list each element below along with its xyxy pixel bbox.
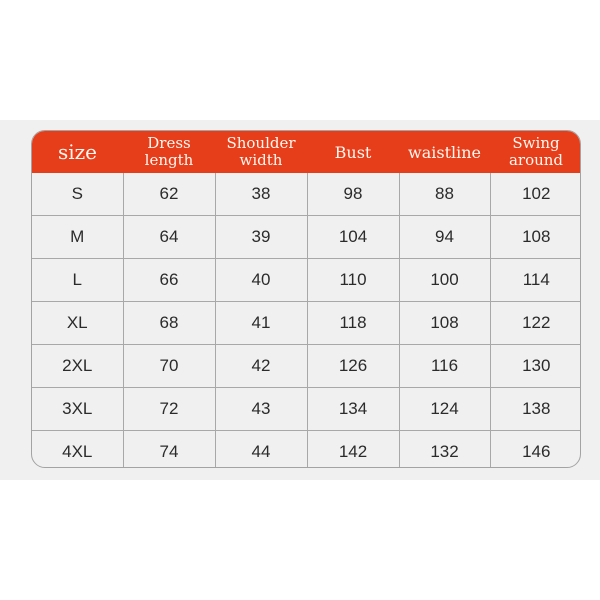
cell-bust: 126	[307, 344, 400, 388]
cell-shoulder-width: 41	[215, 301, 308, 345]
cell-shoulder-width: 39	[215, 215, 308, 259]
cell-size: 3XL	[32, 387, 124, 431]
header-label: width	[239, 151, 283, 169]
header-swing-around: Swing around	[490, 131, 580, 173]
cell-swing-around: 146	[490, 430, 580, 467]
cell-dress-length: 70	[123, 344, 216, 388]
cell-swing-around: 138	[490, 387, 580, 431]
header-waistline: waistline	[399, 131, 490, 173]
header-dress-length: Dress length	[123, 131, 215, 173]
cell-size: 4XL	[32, 430, 124, 467]
cell-swing-around: 102	[522, 184, 551, 203]
header-label: Dress	[147, 134, 191, 152]
cell-swing-around: 122	[490, 301, 580, 345]
header-bust: Bust	[307, 131, 399, 173]
table-body: S 62 38 98 88 102 M 64 39 104 94 108 L 66 40 110 100 114 X…	[32, 173, 580, 467]
cell-shoulder-width: 44	[215, 430, 308, 467]
cell-waistline: 88	[399, 173, 491, 216]
header-label: around	[508, 151, 564, 169]
size-chart: size Dress length Shoulder width Bust wa…	[31, 130, 581, 468]
cell-shoulder-width: 43	[215, 387, 308, 431]
cell-shoulder-width: 38	[215, 173, 308, 216]
table-row: 4XL 74 44 142 132 146	[32, 430, 580, 467]
header-label: Shoulder	[226, 134, 296, 152]
table-row: S 62 38 98 88 102	[32, 173, 580, 216]
cell-swing-around: 108	[490, 215, 580, 259]
cell-size: L	[32, 258, 124, 302]
cell-bust: 142	[307, 430, 400, 467]
header-label: Bust	[334, 142, 372, 162]
cell-waistline: 124	[399, 387, 491, 431]
cell-swing-around: 114	[490, 258, 580, 302]
table-row: 2XL 70 42 126 116 130	[32, 344, 580, 388]
cell-dress-length: 62	[123, 173, 216, 216]
cell-bust: 98	[307, 173, 400, 216]
cell-dress-length: 74	[123, 430, 216, 467]
header-label: Swing	[512, 134, 560, 152]
cell-size: M	[32, 215, 124, 259]
header-label: size	[57, 139, 98, 164]
header-size: size	[32, 131, 123, 173]
cell-dress-length: 72	[123, 387, 216, 431]
cell-waistline: 94	[399, 215, 491, 259]
cell-size: XL	[32, 301, 124, 345]
header-shoulder-width: Shoulder width	[215, 131, 307, 173]
table-row: 3XL 72 43 134 124 138	[32, 387, 580, 431]
cell-waistline: 132	[399, 430, 491, 467]
table-row: XL 68 41 118 108 122	[32, 301, 580, 345]
cell-waistline: 100	[399, 258, 491, 302]
cell-dress-length: 64	[123, 215, 216, 259]
table-row: L 66 40 110 100 114	[32, 258, 580, 302]
cell-bust: 104	[307, 215, 400, 259]
header-row: size Dress length Shoulder width Bust wa…	[32, 131, 580, 173]
header-label: waistline	[408, 142, 481, 162]
cell-bust: 110	[307, 258, 400, 302]
cell-waistline: 108	[399, 301, 491, 345]
header-label: length	[144, 151, 194, 169]
cell-dress-length: 68	[123, 301, 216, 345]
cell-shoulder-width: 42	[215, 344, 308, 388]
cell-dress-length: 66	[123, 258, 216, 302]
cell-size: 2XL	[32, 344, 124, 388]
cell-size: S	[32, 173, 124, 216]
cell-swing-around: 130	[490, 344, 580, 388]
size-table: size Dress length Shoulder width Bust wa…	[32, 131, 580, 467]
cell-bust: 134	[307, 387, 400, 431]
cell-waistline: 116	[399, 344, 491, 388]
cell-bust: 118	[307, 301, 400, 345]
table-row: M 64 39 104 94 108	[32, 215, 580, 259]
cell-shoulder-width: 40	[215, 258, 308, 302]
